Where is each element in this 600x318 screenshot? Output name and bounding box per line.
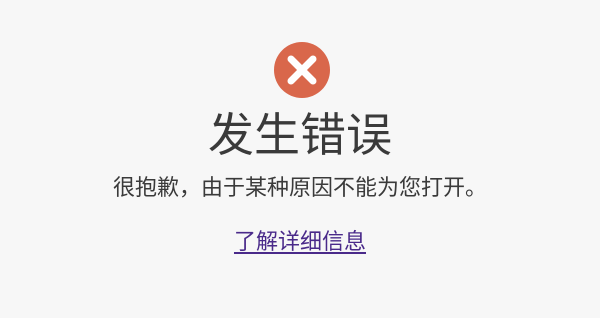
error-x-icon bbox=[274, 42, 330, 98]
learn-more-container: 了解详细信息 bbox=[0, 226, 600, 260]
error-title: 发生错误 bbox=[208, 108, 392, 162]
learn-more-link[interactable]: 了解详细信息 bbox=[234, 230, 366, 255]
error-message: 很抱歉，由于某种原因不能为您打开。 bbox=[112, 176, 487, 201]
error-page: 发生错误 很抱歉，由于某种原因不能为您打开。 了解详细信息 bbox=[0, 0, 600, 318]
